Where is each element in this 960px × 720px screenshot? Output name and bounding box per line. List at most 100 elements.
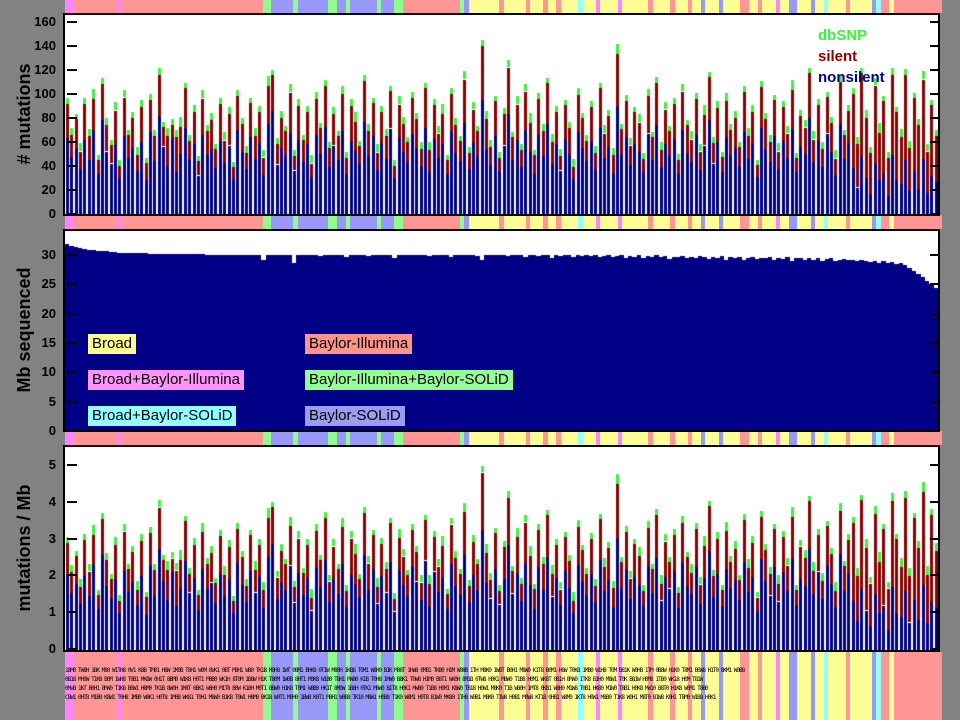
y-tick-mark (67, 464, 77, 466)
sample-group-segment-salmon (881, 0, 890, 13)
sample-group-segment-green (328, 0, 337, 13)
y-tick-mark (930, 141, 940, 143)
y-tick-label: 80 (0, 110, 56, 126)
sample-group-segment-green (263, 215, 272, 229)
sample-group-segment-lavender (789, 431, 798, 445)
sample-group-segment-salmon (74, 215, 118, 229)
y-tick-mark (67, 538, 77, 540)
y-tick-mark (67, 574, 77, 576)
y-tick-mark (67, 401, 77, 403)
y-tick-mark (930, 189, 940, 191)
y-tick-mark (67, 501, 77, 503)
y-tick-mark (930, 313, 940, 315)
sample-group-segment-yellow (723, 431, 741, 445)
y-tick-mark (67, 141, 77, 143)
y-tick-mark (67, 283, 77, 285)
sample-group-segment-lavender (271, 215, 293, 229)
sample-group-segment-yellow (797, 215, 810, 229)
mb-sequenced-bar-canvas (65, 231, 938, 430)
sample-group-segment-yellow (705, 0, 718, 13)
sample-group-segment-yellow (675, 0, 688, 13)
y-tick-label: 40 (0, 158, 56, 174)
sample-labels-row: 0B18 MH0W T1K8 B0M 1WH8 T0B1 MK8W 0H1T 8… (65, 676, 943, 684)
y-tick-label: 20 (0, 182, 56, 198)
sample-group-segment-salmon (122, 0, 262, 13)
sample-group-segment-lavender (789, 215, 798, 229)
sample-group-segment-yellow (780, 0, 789, 13)
sample-group-segment-yellow (692, 431, 701, 445)
y-tick-mark (930, 371, 940, 373)
sample-group-segment-yellow (749, 215, 758, 229)
sample-labels-row: 0MW8 1KT B0H1 8MW0 T1K8 B0W1 H8M0 TK1B 8… (65, 685, 943, 693)
sample-group-segment-yellow (815, 215, 824, 229)
legend-silent-label: silent (818, 46, 885, 67)
y-tick-mark (67, 430, 77, 432)
sample-group-segment-lavender (350, 431, 376, 445)
sample-group-segment-yellow (653, 0, 671, 13)
sample-group-segment-magenta (65, 215, 74, 229)
sample-group-segment-yellow (675, 215, 688, 229)
sample-group-segment-magenta (65, 0, 74, 13)
sample-group-segment-yellow (749, 431, 758, 445)
sample-group-segment-green (263, 0, 272, 13)
y-tick-mark (67, 254, 77, 256)
sample-group-segment-salmon (894, 215, 942, 229)
sample-group-segment-salmon (740, 0, 749, 13)
sample-group-segment-yellow (780, 215, 789, 229)
sample-group-segment-lavender (789, 0, 798, 13)
sample-group-segment-yellow (622, 431, 648, 445)
y-tick-mark (930, 165, 940, 167)
y-tick-mark (930, 213, 940, 215)
y-tick-label: 100 (0, 86, 56, 102)
sample-group-segment-yellow (863, 215, 872, 229)
y-tick-mark (930, 283, 940, 285)
mutations-bar-canvas (65, 15, 938, 214)
y-tick-label: 160 (0, 14, 56, 30)
sample-group-segment-yellow (561, 215, 579, 229)
sample-group-segment-yellow (561, 0, 579, 13)
sample-group-segment-salmon (122, 431, 262, 445)
sample-group-segment-green (328, 215, 337, 229)
sample-group-segment-yellow (653, 215, 671, 229)
y-tick-mark (930, 93, 940, 95)
sample-group-segment-salmon (881, 431, 890, 445)
sample-group-segment-yellow (583, 215, 596, 229)
sample-group-segment-lavender (381, 215, 394, 229)
y-tick-mark (67, 313, 77, 315)
sample-group-segment-salmon (403, 215, 460, 229)
y-tick-label: 3 (0, 531, 56, 547)
legend-box-broad-baylor-solid: Broad+Baylor-SOLiD (88, 406, 236, 426)
mutation-rate-bar-canvas (65, 447, 938, 650)
sample-group-segment-yellow (600, 215, 618, 229)
sample-group-segment-yellow (530, 215, 543, 229)
sample-group-segment-salmon (74, 431, 118, 445)
sample-group-segment-salmon (894, 0, 942, 13)
y-tick-mark (67, 165, 77, 167)
sample-group-segment-yellow (723, 0, 741, 13)
sample-group-segment-lavender (381, 431, 394, 445)
y-tick-mark (67, 342, 77, 344)
sample-group-segment-yellow (863, 431, 872, 445)
sample-group-segment-yellow (622, 215, 648, 229)
sample-group-segment-yellow (600, 431, 618, 445)
sample-group-segment-yellow (828, 215, 846, 229)
legend-box-broad-baylor-illumina: Broad+Baylor-Illumina (88, 370, 244, 390)
legend-box-baylor-illumina-solid: Baylor-Illumina+Baylor-SOLiD (305, 370, 513, 390)
sample-group-segment-lavender (271, 431, 293, 445)
sample-group-segment-yellow (850, 215, 863, 229)
sample-group-segment-yellow (504, 0, 526, 13)
y-tick-label: 0 (0, 206, 56, 222)
y-tick-label: 20 (0, 306, 56, 322)
sample-group-segment-yellow (583, 431, 596, 445)
y-tick-mark (930, 342, 940, 344)
sample-group-segment-green (263, 431, 272, 445)
sample-group-segment-yellow (530, 0, 543, 13)
y-tick-mark (930, 501, 940, 503)
sample-group-segment-salmon (122, 215, 262, 229)
y-tick-label: 1 (0, 604, 56, 620)
sample-labels-row: 18M0 TW8H 1BK M80 W1TH8 0V1 K8B TM01 H8W… (65, 667, 943, 675)
y-tick-mark (67, 93, 77, 95)
y-tick-mark (67, 648, 77, 650)
y-tick-mark (930, 611, 940, 613)
y-tick-label: 2 (0, 567, 56, 583)
